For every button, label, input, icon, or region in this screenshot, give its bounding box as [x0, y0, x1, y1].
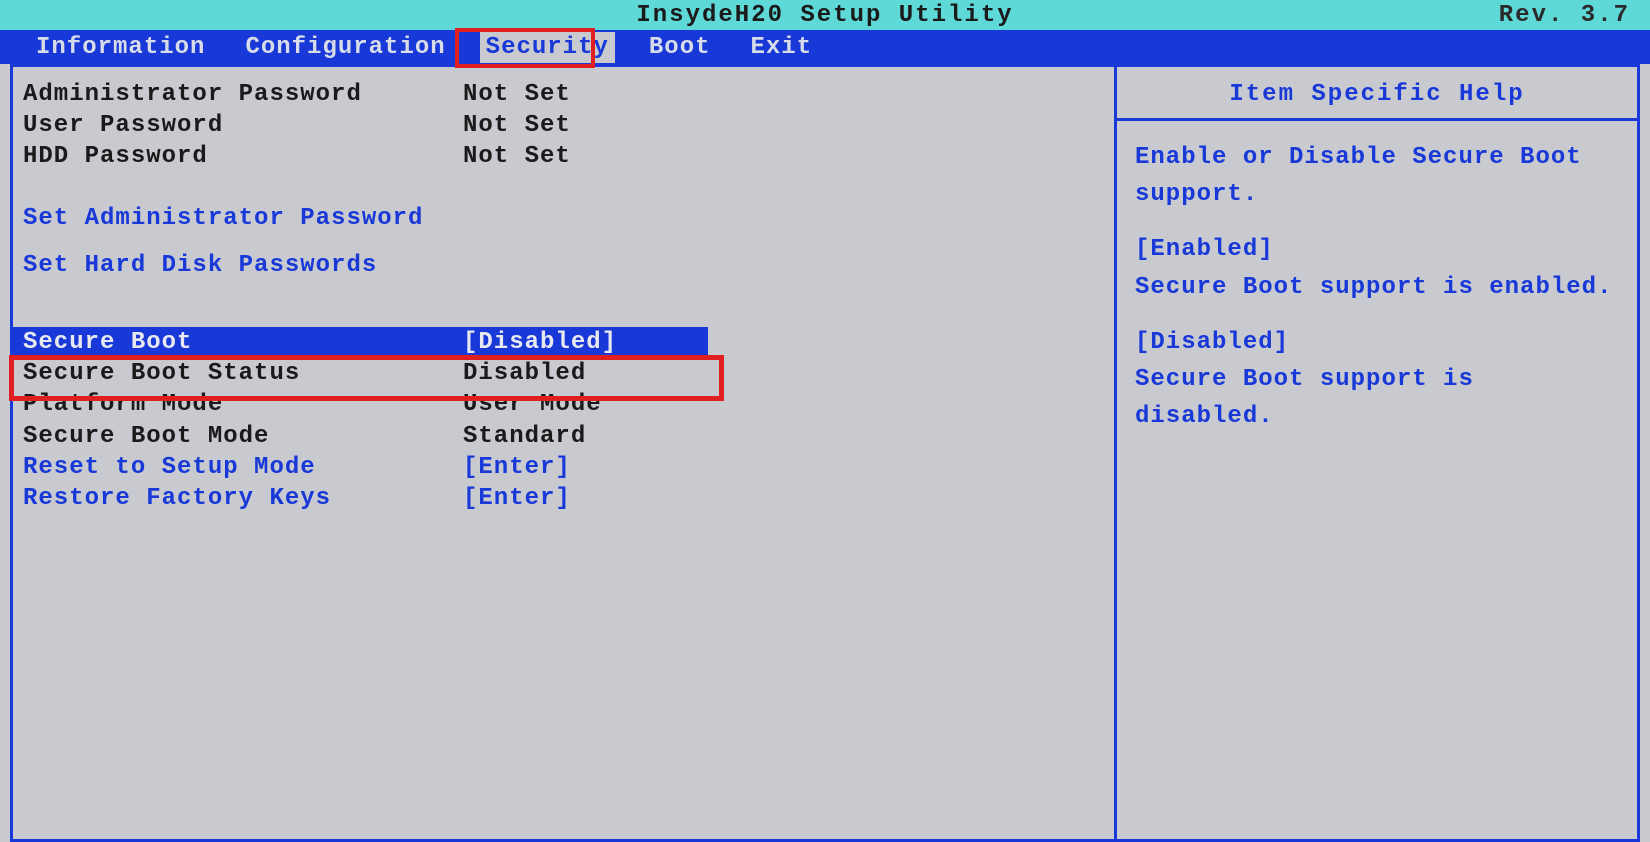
platform-mode-value: User Mode — [463, 389, 602, 420]
row-reset-setup-mode[interactable]: Reset to Setup Mode [Enter] — [23, 452, 1104, 483]
content-area: Administrator Password Not Set User Pass… — [10, 64, 1640, 842]
help-disabled-desc: Secure Boot support is disabled. — [1135, 366, 1474, 430]
row-user-password: User Password Not Set — [23, 110, 1104, 141]
row-secure-boot[interactable]: Secure Boot [Disabled] — [13, 327, 708, 358]
secure-boot-mode-label: Secure Boot Mode — [23, 421, 463, 452]
help-disabled: [Disabled] Secure Boot support is disabl… — [1135, 324, 1619, 436]
tab-information[interactable]: Information — [30, 32, 211, 63]
set-hdd-passwords-label: Set Hard Disk Passwords — [23, 250, 463, 281]
secure-boot-mode-value: Standard — [463, 421, 586, 452]
row-restore-factory-keys[interactable]: Restore Factory Keys [Enter] — [23, 483, 1104, 514]
row-secure-boot-status: Secure Boot Status Disabled — [23, 358, 1104, 389]
tab-boot[interactable]: Boot — [643, 32, 717, 63]
help-enabled-label: [Enabled] — [1135, 236, 1274, 263]
help-enabled-desc: Secure Boot support is enabled. — [1135, 274, 1612, 301]
help-summary: Enable or Disable Secure Boot support. — [1135, 139, 1619, 213]
help-disabled-label: [Disabled] — [1135, 329, 1289, 356]
admin-password-value: Not Set — [463, 79, 571, 110]
row-admin-password: Administrator Password Not Set — [23, 79, 1104, 110]
secure-boot-status-label: Secure Boot Status — [23, 358, 463, 389]
admin-password-label: Administrator Password — [23, 79, 463, 110]
help-panel: Item Specific Help Enable or Disable Sec… — [1117, 67, 1637, 839]
user-password-label: User Password — [23, 110, 463, 141]
row-secure-boot-mode: Secure Boot Mode Standard — [23, 421, 1104, 452]
link-set-hdd-passwords[interactable]: Set Hard Disk Passwords — [23, 250, 1104, 281]
revision-label: Rev. 3.7 — [1499, 2, 1650, 29]
title-bar: InsydeH20 Setup Utility Rev. 3.7 — [0, 0, 1650, 30]
main-panel: Administrator Password Not Set User Pass… — [13, 67, 1117, 839]
secure-boot-status-value: Disabled — [463, 358, 586, 389]
hdd-password-label: HDD Password — [23, 141, 463, 172]
secure-boot-value: [Disabled] — [463, 327, 617, 358]
tab-exit[interactable]: Exit — [745, 32, 819, 63]
reset-setup-mode-value: [Enter] — [463, 452, 571, 483]
row-platform-mode: Platform Mode User Mode — [23, 389, 1104, 420]
app-title: InsydeH20 Setup Utility — [636, 2, 1013, 29]
set-admin-password-label: Set Administrator Password — [23, 203, 463, 234]
restore-factory-keys-label: Restore Factory Keys — [23, 483, 463, 514]
hdd-password-value: Not Set — [463, 141, 571, 172]
tab-configuration[interactable]: Configuration — [239, 32, 451, 63]
help-title: Item Specific Help — [1117, 67, 1637, 121]
secure-boot-label: Secure Boot — [23, 327, 463, 358]
help-body: Enable or Disable Secure Boot support. [… — [1117, 121, 1637, 471]
platform-mode-label: Platform Mode — [23, 389, 463, 420]
tab-security[interactable]: Security — [480, 32, 615, 63]
user-password-value: Not Set — [463, 110, 571, 141]
help-enabled: [Enabled] Secure Boot support is enabled… — [1135, 231, 1619, 305]
reset-setup-mode-label: Reset to Setup Mode — [23, 452, 463, 483]
row-hdd-password: HDD Password Not Set — [23, 141, 1104, 172]
restore-factory-keys-value: [Enter] — [463, 483, 571, 514]
menu-bar: Information Configuration Security Boot … — [0, 30, 1650, 64]
link-set-admin-password[interactable]: Set Administrator Password — [23, 203, 1104, 234]
